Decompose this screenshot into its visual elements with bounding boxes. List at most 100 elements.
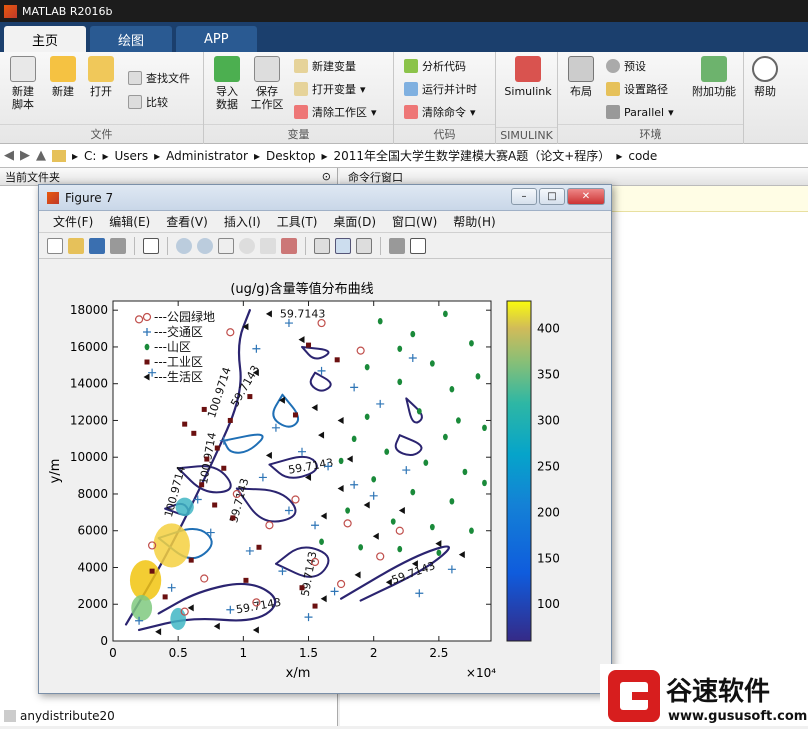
minimize-icon[interactable]: – [511, 188, 537, 205]
open-variable-button[interactable]: 打开变量 ▾ [294, 79, 366, 99]
point-mountain [449, 498, 455, 505]
pointer-icon[interactable] [143, 237, 159, 254]
help-label: 帮助 [754, 85, 776, 98]
legend-label: ---生活区 [154, 370, 203, 384]
list-item[interactable]: anydistribute20 [4, 706, 115, 726]
save-icon[interactable] [89, 237, 105, 254]
path-segment[interactable]: 2011年全国大学生数学建模大赛A题（论文+程序） [334, 147, 611, 164]
forward-arrow-icon[interactable]: ▶ [20, 148, 30, 163]
zoom-out-icon[interactable] [197, 237, 213, 254]
path-segment[interactable]: Administrator [166, 149, 248, 163]
file-icon [4, 710, 16, 722]
legend-label: ---公园绿地 [154, 309, 215, 324]
find-files-button[interactable]: 查找文件 [128, 68, 190, 88]
menu-tools[interactable]: 工具(T) [277, 213, 318, 230]
toolbar-divider [380, 236, 381, 255]
command-window-title: 命令行窗口 [348, 170, 403, 184]
point-mountain [358, 544, 364, 551]
rotate-icon[interactable] [239, 237, 255, 254]
path-segment[interactable]: Desktop [266, 149, 316, 163]
analyze-code-button[interactable]: 分析代码 [404, 56, 466, 76]
point-industrial [306, 342, 312, 348]
tab-apps[interactable]: APP [176, 26, 257, 52]
up-folder-icon[interactable]: ▲ [36, 148, 46, 163]
point-industrial [334, 357, 340, 363]
menu-insert[interactable]: 插入(I) [224, 213, 261, 230]
help-button[interactable]: 帮助 [744, 56, 786, 98]
point-industrial [199, 482, 205, 488]
x-tick-label: 0.5 [169, 646, 188, 660]
point-mountain [397, 378, 403, 386]
preferences-button[interactable]: 预设 [606, 56, 646, 76]
layout-button[interactable]: 布局 [560, 56, 602, 98]
open-label: 打开 [90, 85, 112, 98]
point-industrial [188, 557, 194, 563]
save-workspace-button[interactable]: 保存 工作区 [246, 56, 288, 111]
new-script-button[interactable]: 新建 脚本 [2, 56, 44, 111]
parallel-icon [606, 105, 620, 119]
new-button[interactable]: 新建 [42, 56, 84, 98]
parallel-button[interactable]: Parallel ▾ [606, 102, 674, 122]
open-variable-icon [294, 82, 308, 96]
menu-window[interactable]: 窗口(W) [392, 213, 437, 230]
menu-help[interactable]: 帮助(H) [453, 213, 495, 230]
point-industrial [204, 456, 210, 462]
point-mountain [429, 523, 435, 531]
simulink-icon [515, 56, 541, 82]
path-segment[interactable]: Users [114, 149, 148, 163]
panel-menu-icon[interactable]: ⊙ [322, 170, 331, 183]
layout-label: 布局 [570, 85, 592, 98]
simulink-group: Simulink SIMULINK [496, 52, 558, 144]
contour-hotspot [153, 523, 190, 568]
menu-view[interactable]: 查看(V) [166, 213, 208, 230]
compare-button[interactable]: 比较 [128, 92, 168, 112]
print-icon[interactable] [110, 237, 126, 254]
run-and-time-button[interactable]: 运行并计时 [404, 79, 477, 99]
set-path-button[interactable]: 设置路径 [606, 79, 668, 99]
open-file-icon[interactable] [68, 237, 84, 254]
menu-file[interactable]: 文件(F) [53, 213, 93, 230]
y-tick-label: 0 [100, 634, 108, 648]
path-segment[interactable]: code [628, 149, 657, 163]
help-icon [752, 56, 778, 82]
brush-icon[interactable] [281, 237, 297, 254]
colorbar-toggle-icon[interactable] [335, 237, 351, 254]
import-data-button[interactable]: 导入 数据 [206, 56, 248, 111]
colorbar-tick-label: 350 [537, 368, 560, 382]
new-label: 新建 [52, 85, 74, 98]
point-industrial [256, 544, 262, 550]
file-group: 新建 脚本 新建 打开 查找文件 比较 文件 [0, 52, 204, 144]
menu-edit[interactable]: 编辑(E) [109, 213, 150, 230]
legend-toggle-icon[interactable] [356, 237, 372, 254]
clear-workspace-button[interactable]: 清除工作区 ▾ [294, 102, 377, 122]
maximize-icon[interactable]: □ [539, 188, 565, 205]
point-industrial [230, 515, 236, 521]
point-industrial [243, 577, 249, 583]
tab-plots[interactable]: 绘图 [90, 26, 173, 52]
zoom-in-icon[interactable] [176, 237, 192, 254]
addons-button[interactable]: 附加功能 [688, 56, 740, 98]
address-bar[interactable]: ◀ ▶ ▲ ▸ C: ▸ Users ▸ Administrator ▸ Deskto… [0, 144, 808, 168]
y-axis-label: y/m [48, 459, 63, 484]
pan-icon[interactable] [218, 237, 234, 254]
menu-desktop[interactable]: 桌面(D) [333, 213, 376, 230]
point-mountain [351, 435, 357, 443]
hide-tools-icon[interactable] [389, 237, 405, 254]
back-arrow-icon[interactable]: ◀ [4, 148, 14, 163]
contour-label: 59.7143 [280, 308, 326, 321]
clear-commands-button[interactable]: 清除命令 ▾ [404, 102, 476, 122]
new-variable-button[interactable]: 新建变量 [294, 56, 356, 76]
figure-toolbar [39, 233, 611, 259]
close-icon[interactable]: ✕ [567, 188, 605, 205]
new-figure-icon[interactable] [47, 237, 63, 254]
point-mountain [469, 340, 474, 347]
link-plot-icon[interactable] [314, 237, 330, 254]
show-tools-icon[interactable] [410, 237, 426, 254]
simulink-button[interactable]: Simulink [504, 56, 552, 98]
data-cursor-icon[interactable] [260, 237, 276, 254]
open-button[interactable]: 打开 [80, 56, 122, 98]
legend-label: ---交通区 [154, 324, 203, 339]
point-mountain [429, 360, 435, 367]
tab-home[interactable]: 主页 [4, 26, 87, 52]
path-segment[interactable]: C: [84, 149, 96, 163]
